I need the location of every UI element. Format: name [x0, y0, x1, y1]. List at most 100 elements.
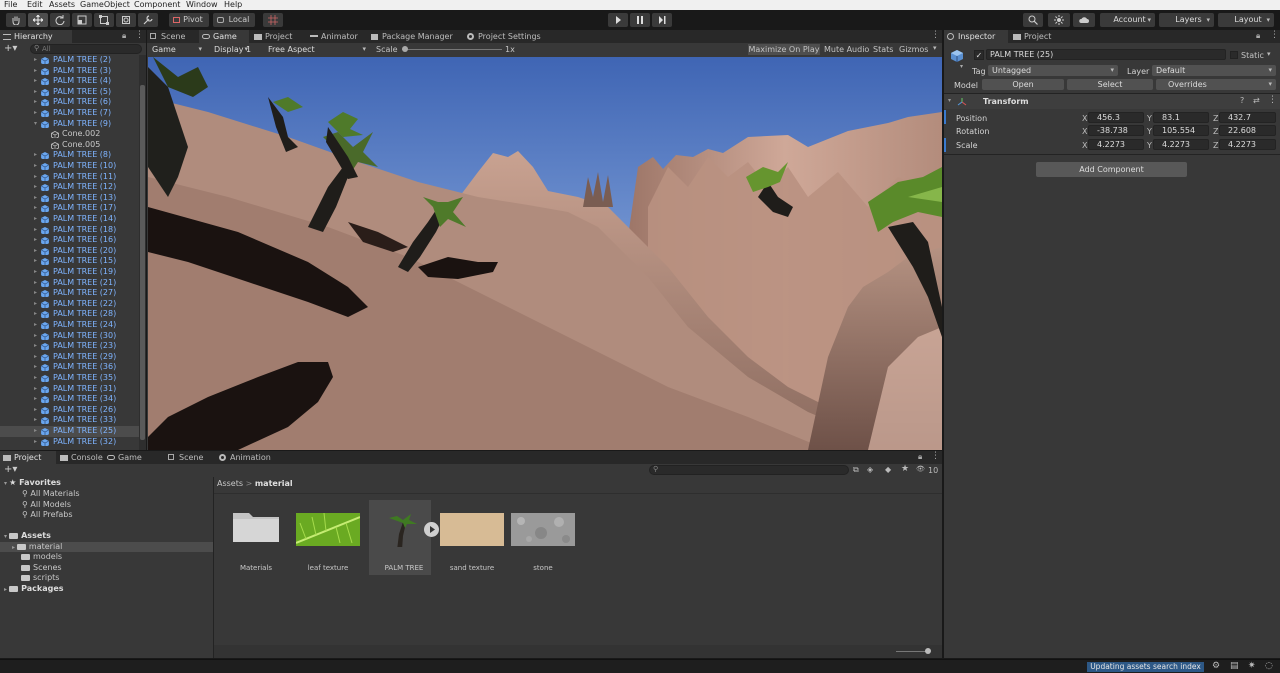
- chevron-right-icon[interactable]: ▸: [34, 235, 37, 246]
- hierarchy-item[interactable]: ▸ PALM TREE (20): [0, 246, 140, 257]
- hierarchy-child-item[interactable]: Cone.002: [0, 129, 140, 140]
- chevron-right-icon[interactable]: ▸: [34, 66, 37, 77]
- chevron-right-icon[interactable]: ▸: [34, 246, 37, 257]
- chevron-right-icon[interactable]: ▸: [34, 55, 37, 66]
- hierarchy-item[interactable]: ▸ PALM TREE (27): [0, 288, 140, 299]
- layout-dropdown[interactable]: Layout: [1218, 13, 1274, 27]
- rotate-tool-button[interactable]: [50, 13, 70, 27]
- chevron-right-icon[interactable]: ▸: [34, 278, 37, 289]
- hierarchy-item[interactable]: ▸ PALM TREE (12): [0, 182, 140, 193]
- preset-icon[interactable]: ⇄: [1253, 96, 1260, 105]
- breadcrumb-assets[interactable]: Assets: [217, 479, 243, 488]
- asset-sand-texture[interactable]: sand texture: [437, 500, 507, 575]
- cache-icon[interactable]: ▤: [1230, 661, 1239, 671]
- hierarchy-item[interactable]: ▸ PALM TREE (22): [0, 299, 140, 310]
- scale-z-field[interactable]: 4.2273: [1219, 139, 1276, 150]
- chevron-right-icon[interactable]: ▸: [34, 150, 37, 161]
- tab-scene[interactable]: Scene: [147, 30, 197, 43]
- icon-size-slider[interactable]: [896, 648, 931, 654]
- game-viewport[interactable]: [148, 57, 942, 450]
- hierarchy-search-input[interactable]: ⚲ All: [30, 44, 142, 54]
- select-button[interactable]: Select: [1067, 79, 1153, 90]
- chevron-right-icon[interactable]: ▸: [34, 193, 37, 204]
- chevron-right-icon[interactable]: ▸: [34, 362, 37, 373]
- chevron-right-icon[interactable]: ▸: [34, 384, 37, 395]
- hierarchy-item[interactable]: ▸ PALM TREE (33): [0, 415, 140, 426]
- chevron-right-icon[interactable]: ▸: [34, 373, 37, 384]
- account-dropdown[interactable]: Account: [1100, 13, 1155, 27]
- favorite-all-prefabs[interactable]: ⚲ All Prefabs: [22, 510, 73, 521]
- asset-leaf-texture[interactable]: leaf texture: [293, 500, 363, 575]
- pivot-toggle[interactable]: Pivot: [169, 13, 209, 27]
- overrides-dropdown[interactable]: Overrides: [1156, 79, 1276, 90]
- hierarchy-item[interactable]: ▸ PALM TREE (11): [0, 172, 140, 183]
- active-checkbox[interactable]: ✓: [974, 50, 984, 60]
- more-icon[interactable]: ⋮: [1268, 95, 1277, 105]
- chevron-right-icon[interactable]: ▸: [34, 225, 37, 236]
- object-name-field[interactable]: PALM TREE (25): [986, 49, 1226, 60]
- assets-header[interactable]: ▾ Assets: [4, 531, 51, 542]
- slider-handle[interactable]: [402, 46, 408, 52]
- tab-bottom-scene[interactable]: Scene: [165, 451, 215, 464]
- hierarchy-item[interactable]: ▸ PALM TREE (3): [0, 66, 140, 77]
- chevron-down-icon[interactable]: ▾: [1267, 50, 1271, 58]
- move-tool-button[interactable]: [28, 13, 48, 27]
- hierarchy-item[interactable]: ▸ PALM TREE (15): [0, 256, 140, 267]
- tab-animation[interactable]: Animation: [216, 451, 280, 464]
- tree-item-material[interactable]: ▸ material: [0, 541, 213, 552]
- hierarchy-item[interactable]: ▸ PALM TREE (5): [0, 87, 140, 98]
- hierarchy-item[interactable]: ▸ PALM TREE (36): [0, 362, 140, 373]
- mute-audio-toggle[interactable]: Mute Audio: [824, 45, 869, 54]
- tab-bottom-project[interactable]: Project: [0, 451, 56, 464]
- chevron-right-icon[interactable]: ▸: [34, 256, 37, 267]
- tab-project[interactable]: Project: [251, 30, 305, 43]
- hierarchy-item[interactable]: ▸ PALM TREE (32): [0, 437, 140, 448]
- position-y-field[interactable]: 83.1: [1153, 112, 1209, 123]
- chevron-right-icon[interactable]: ▸: [34, 299, 37, 310]
- hierarchy-item[interactable]: ▸ PALM TREE (16): [0, 235, 140, 246]
- packages-header[interactable]: ▸ Packages: [4, 584, 64, 595]
- chevron-right-icon[interactable]: ▸: [34, 87, 37, 98]
- hierarchy-item[interactable]: ▸ PALM TREE (14): [0, 214, 140, 225]
- layers-dropdown[interactable]: Layers: [1159, 13, 1214, 27]
- search-button[interactable]: [1023, 13, 1043, 27]
- rotation-x-field[interactable]: -38.738: [1088, 125, 1144, 136]
- tree-item-models[interactable]: models: [21, 552, 62, 563]
- scrollbar-thumb[interactable]: [140, 85, 145, 440]
- hierarchy-item[interactable]: ▸ PALM TREE (10): [0, 161, 140, 172]
- hierarchy-item[interactable]: ▸ PALM TREE (13): [0, 193, 140, 204]
- hierarchy-item[interactable]: ▸ PALM TREE (17): [0, 203, 140, 214]
- custom-tool-button[interactable]: [138, 13, 158, 27]
- hierarchy-item[interactable]: ▸ PALM TREE (26): [0, 405, 140, 416]
- chevron-right-icon[interactable]: ▸: [34, 341, 37, 352]
- chevron-right-icon[interactable]: ▸: [34, 161, 37, 172]
- asset-palm-tree[interactable]: PALM TREE: [369, 500, 431, 575]
- hidden-packages-icon[interactable]: 👁︎: [916, 465, 925, 473]
- asset-materials-folder[interactable]: Materials: [221, 500, 291, 575]
- asset-stone[interactable]: stone: [508, 500, 578, 575]
- filter-label-icon[interactable]: ◈: [867, 465, 873, 474]
- scale-slider[interactable]: [402, 46, 502, 52]
- chevron-right-icon[interactable]: ▸: [34, 426, 37, 437]
- filter-type-icon[interactable]: ⧉: [853, 465, 859, 475]
- hierarchy-item[interactable]: ▸ PALM TREE (2): [0, 55, 140, 66]
- hierarchy-item[interactable]: ▸ PALM TREE (31): [0, 384, 140, 395]
- hierarchy-item[interactable]: ▸ PALM TREE (21): [0, 278, 140, 289]
- tab-project-settings[interactable]: Project Settings: [464, 30, 554, 43]
- hierarchy-item[interactable]: ▸ PALM TREE (18): [0, 225, 140, 236]
- add-component-button[interactable]: Add Component: [1036, 162, 1187, 177]
- display-dropdown[interactable]: Display 1: [210, 44, 252, 55]
- tag-dropdown[interactable]: Untagged: [988, 65, 1118, 76]
- chevron-down-icon[interactable]: ▾: [960, 63, 963, 70]
- rotation-z-field[interactable]: 22.608: [1219, 125, 1276, 136]
- tab-package-manager[interactable]: Package Manager: [368, 30, 460, 43]
- splitter[interactable]: [213, 477, 214, 658]
- hierarchy-item[interactable]: ▸ PALM TREE (24): [0, 320, 140, 331]
- add-icon[interactable]: +▾: [4, 43, 17, 54]
- tab-inspector-project[interactable]: Project: [1010, 30, 1070, 43]
- hierarchy-item[interactable]: ▸ PALM TREE (23): [0, 341, 140, 352]
- menu-component[interactable]: Component: [134, 0, 180, 9]
- lock-icon[interactable]: 🔒︎: [1256, 31, 1260, 41]
- hierarchy-item[interactable]: ▸ PALM TREE (8): [0, 150, 140, 161]
- scale-x-field[interactable]: 4.2273: [1088, 139, 1144, 150]
